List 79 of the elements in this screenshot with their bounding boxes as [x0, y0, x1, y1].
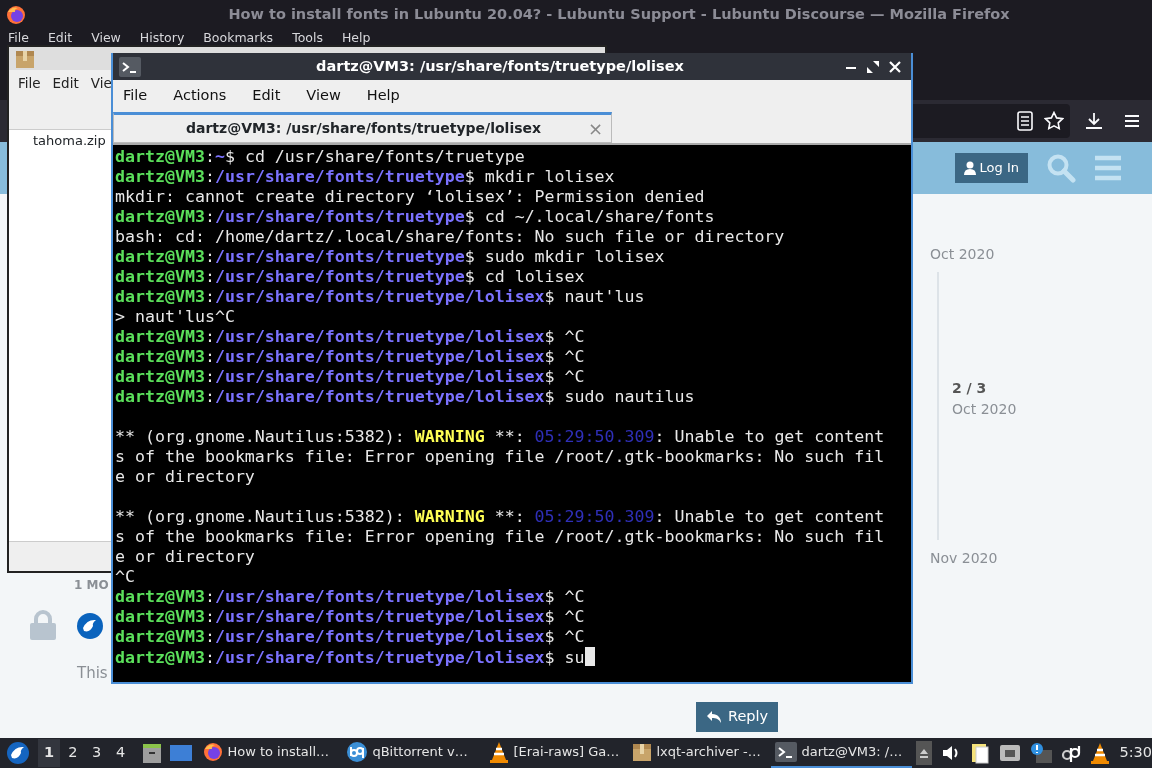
- taskbar-button[interactable]: [Erai-raws] Ga…: [485, 738, 627, 768]
- desktop-switcher[interactable]: 3: [85, 739, 108, 767]
- download-icon[interactable]: [1084, 111, 1104, 131]
- notification-icon[interactable]: [1030, 742, 1053, 764]
- menu-item[interactable]: Help: [341, 31, 371, 44]
- reply-icon: [706, 709, 722, 724]
- terminal-line: bash: cd: /home/dartz/.local/share/fonts: No such file or directory: [115, 227, 786, 247]
- window-title: How to install fonts in Lubuntu 20.04? - Lubuntu Support - Lubuntu Discourse — Mozilla Firefox: [227, 5, 1011, 25]
- terminal-line: dartz@VM3:/usr/share/fonts/truetype/lolisex$ su: [115, 647, 911, 667]
- menu-item[interactable]: Help: [366, 85, 400, 107]
- terminal-line: dartz@VM3:/usr/share/fonts/truetype/lolisex$ ^C: [115, 347, 586, 367]
- terminal-line: ** (org.gnome.Nautilus:5382): WARNING **: 05:29:50.309: Unable to get content: [115, 507, 886, 527]
- menu-item[interactable]: Edit: [252, 85, 281, 107]
- terminal-line: s of the bookmarks file: Error opening file /root/.gtk-bookmarks: No such fil: [115, 527, 886, 547]
- terminal-icon: [775, 742, 798, 762]
- lock-icon: [29, 610, 57, 640]
- box-icon: [15, 48, 35, 69]
- taskbar-button[interactable]: lxqt-archiver -…: [628, 738, 770, 768]
- post-age: 1 MO: [74, 577, 109, 594]
- terminal-line: > naut'lus^C: [115, 307, 236, 327]
- terminal-line: dartz@VM3:/usr/share/fonts/truetype$ mkdir lolisex: [115, 167, 616, 187]
- terminal-line: e or directory: [115, 547, 256, 567]
- terminal-line: dartz@VM3:/usr/share/fonts/truetype/lolisex$ naut'lus: [115, 287, 646, 307]
- reply-button[interactable]: Reply: [696, 702, 779, 732]
- terminal-tab[interactable]: dartz@VM3: /usr/share/fonts/truetype/lolisex ×: [113, 112, 612, 143]
- eject-icon[interactable]: [916, 741, 933, 765]
- fox-globe-icon: [6, 5, 26, 25]
- terminal-line: mkdir: cannot create directory ‘lolisex’: Permission denied: [115, 187, 706, 207]
- clipboard-icon[interactable]: [970, 742, 991, 764]
- menu-item[interactable]: Edit: [52, 73, 79, 94]
- traffic-cone-icon: [489, 741, 510, 763]
- terminal-line: dartz@VM3:~$ cd /usr/share/fonts/truetype: [115, 147, 526, 167]
- window-title: dartz@VM3: /usr/share/fonts/truetype/lolisex: [315, 56, 685, 76]
- terminal-line: dartz@VM3:/usr/share/fonts/truetype/lolisex$ ^C: [115, 607, 586, 627]
- menu-item[interactable]: File: [18, 73, 41, 94]
- terminal-line: e or directory: [115, 467, 256, 487]
- menu-item[interactable]: Bookmarks: [203, 31, 274, 44]
- star-icon[interactable]: [1044, 111, 1064, 131]
- post-text: This: [77, 663, 108, 684]
- taskbar-button[interactable]: dartz@VM3: /…: [771, 738, 913, 768]
- terminal-icon: [119, 56, 141, 77]
- avatar-icon: [77, 613, 103, 639]
- terminal-line: dartz@VM3:/usr/share/fonts/truetype/lolisex$ ^C: [115, 587, 586, 607]
- file-cabinet-icon[interactable]: [141, 742, 164, 764]
- terminal-line: ** (org.gnome.Nautilus:5382): WARNING **: 05:29:50.309: Unable to get content: [115, 427, 886, 447]
- menu-item[interactable]: View: [306, 85, 341, 107]
- desktop-switcher[interactable]: 2: [61, 739, 84, 767]
- menu-item[interactable]: Edit: [47, 31, 73, 44]
- clock[interactable]: 5:30: [1119, 742, 1152, 764]
- taskbar-button[interactable]: qBittorrent v…: [342, 738, 484, 768]
- desktop-switcher[interactable]: 4: [109, 739, 132, 767]
- terminal-line: dartz@VM3:/usr/share/fonts/truetype$ cd lolisex: [115, 267, 586, 287]
- terminal-line: dartz@VM3:/usr/share/fonts/truetype$ sudo mkdir lolisex: [115, 247, 666, 267]
- terminal-line: dartz@VM3:/usr/share/fonts/truetype/lolisex$ ^C: [115, 327, 586, 347]
- fox-globe-icon: [203, 742, 224, 762]
- menu-item[interactable]: View: [91, 31, 121, 44]
- menu-item[interactable]: File: [8, 31, 29, 44]
- menu-item[interactable]: History: [139, 31, 185, 44]
- reader-view-icon[interactable]: [1016, 111, 1034, 131]
- taskbar-button[interactable]: How to install…: [199, 738, 341, 768]
- traffic-cone-icon: [1090, 742, 1111, 764]
- terminal-line: dartz@VM3:/usr/share/fonts/truetype/lolisex$ sudo nautilus: [115, 387, 696, 407]
- menu-item[interactable]: File: [123, 85, 148, 107]
- menu-item[interactable]: Actions: [173, 85, 227, 107]
- terminal-line: dartz@VM3:/usr/share/fonts/truetype/lolisex$ ^C: [115, 627, 586, 647]
- post-counter: 2 / 3: [952, 379, 987, 398]
- network-icon[interactable]: [999, 743, 1022, 763]
- desktop-icon[interactable]: [169, 743, 194, 763]
- terminal-line: ^C: [115, 567, 136, 587]
- menu-item[interactable]: Tools: [292, 31, 323, 44]
- box-icon: [632, 742, 653, 762]
- menu-item[interactable]: Vie: [90, 73, 112, 94]
- terminal-line: dartz@VM3:/usr/share/fonts/truetype/lolisex$ ^C: [115, 367, 586, 387]
- login-button[interactable]: Log In: [954, 153, 1028, 183]
- user-icon: [963, 161, 976, 175]
- desktop-switcher[interactable]: 1: [38, 739, 60, 767]
- file-name[interactable]: tahoma.zip: [33, 133, 106, 148]
- terminal-line: dartz@VM3:/usr/share/fonts/truetype$ cd ~/.local/share/fonts: [115, 207, 716, 227]
- terminal-line: s of the bookmarks file: Error opening file /root/.gtk-bookmarks: No such fil: [115, 447, 886, 467]
